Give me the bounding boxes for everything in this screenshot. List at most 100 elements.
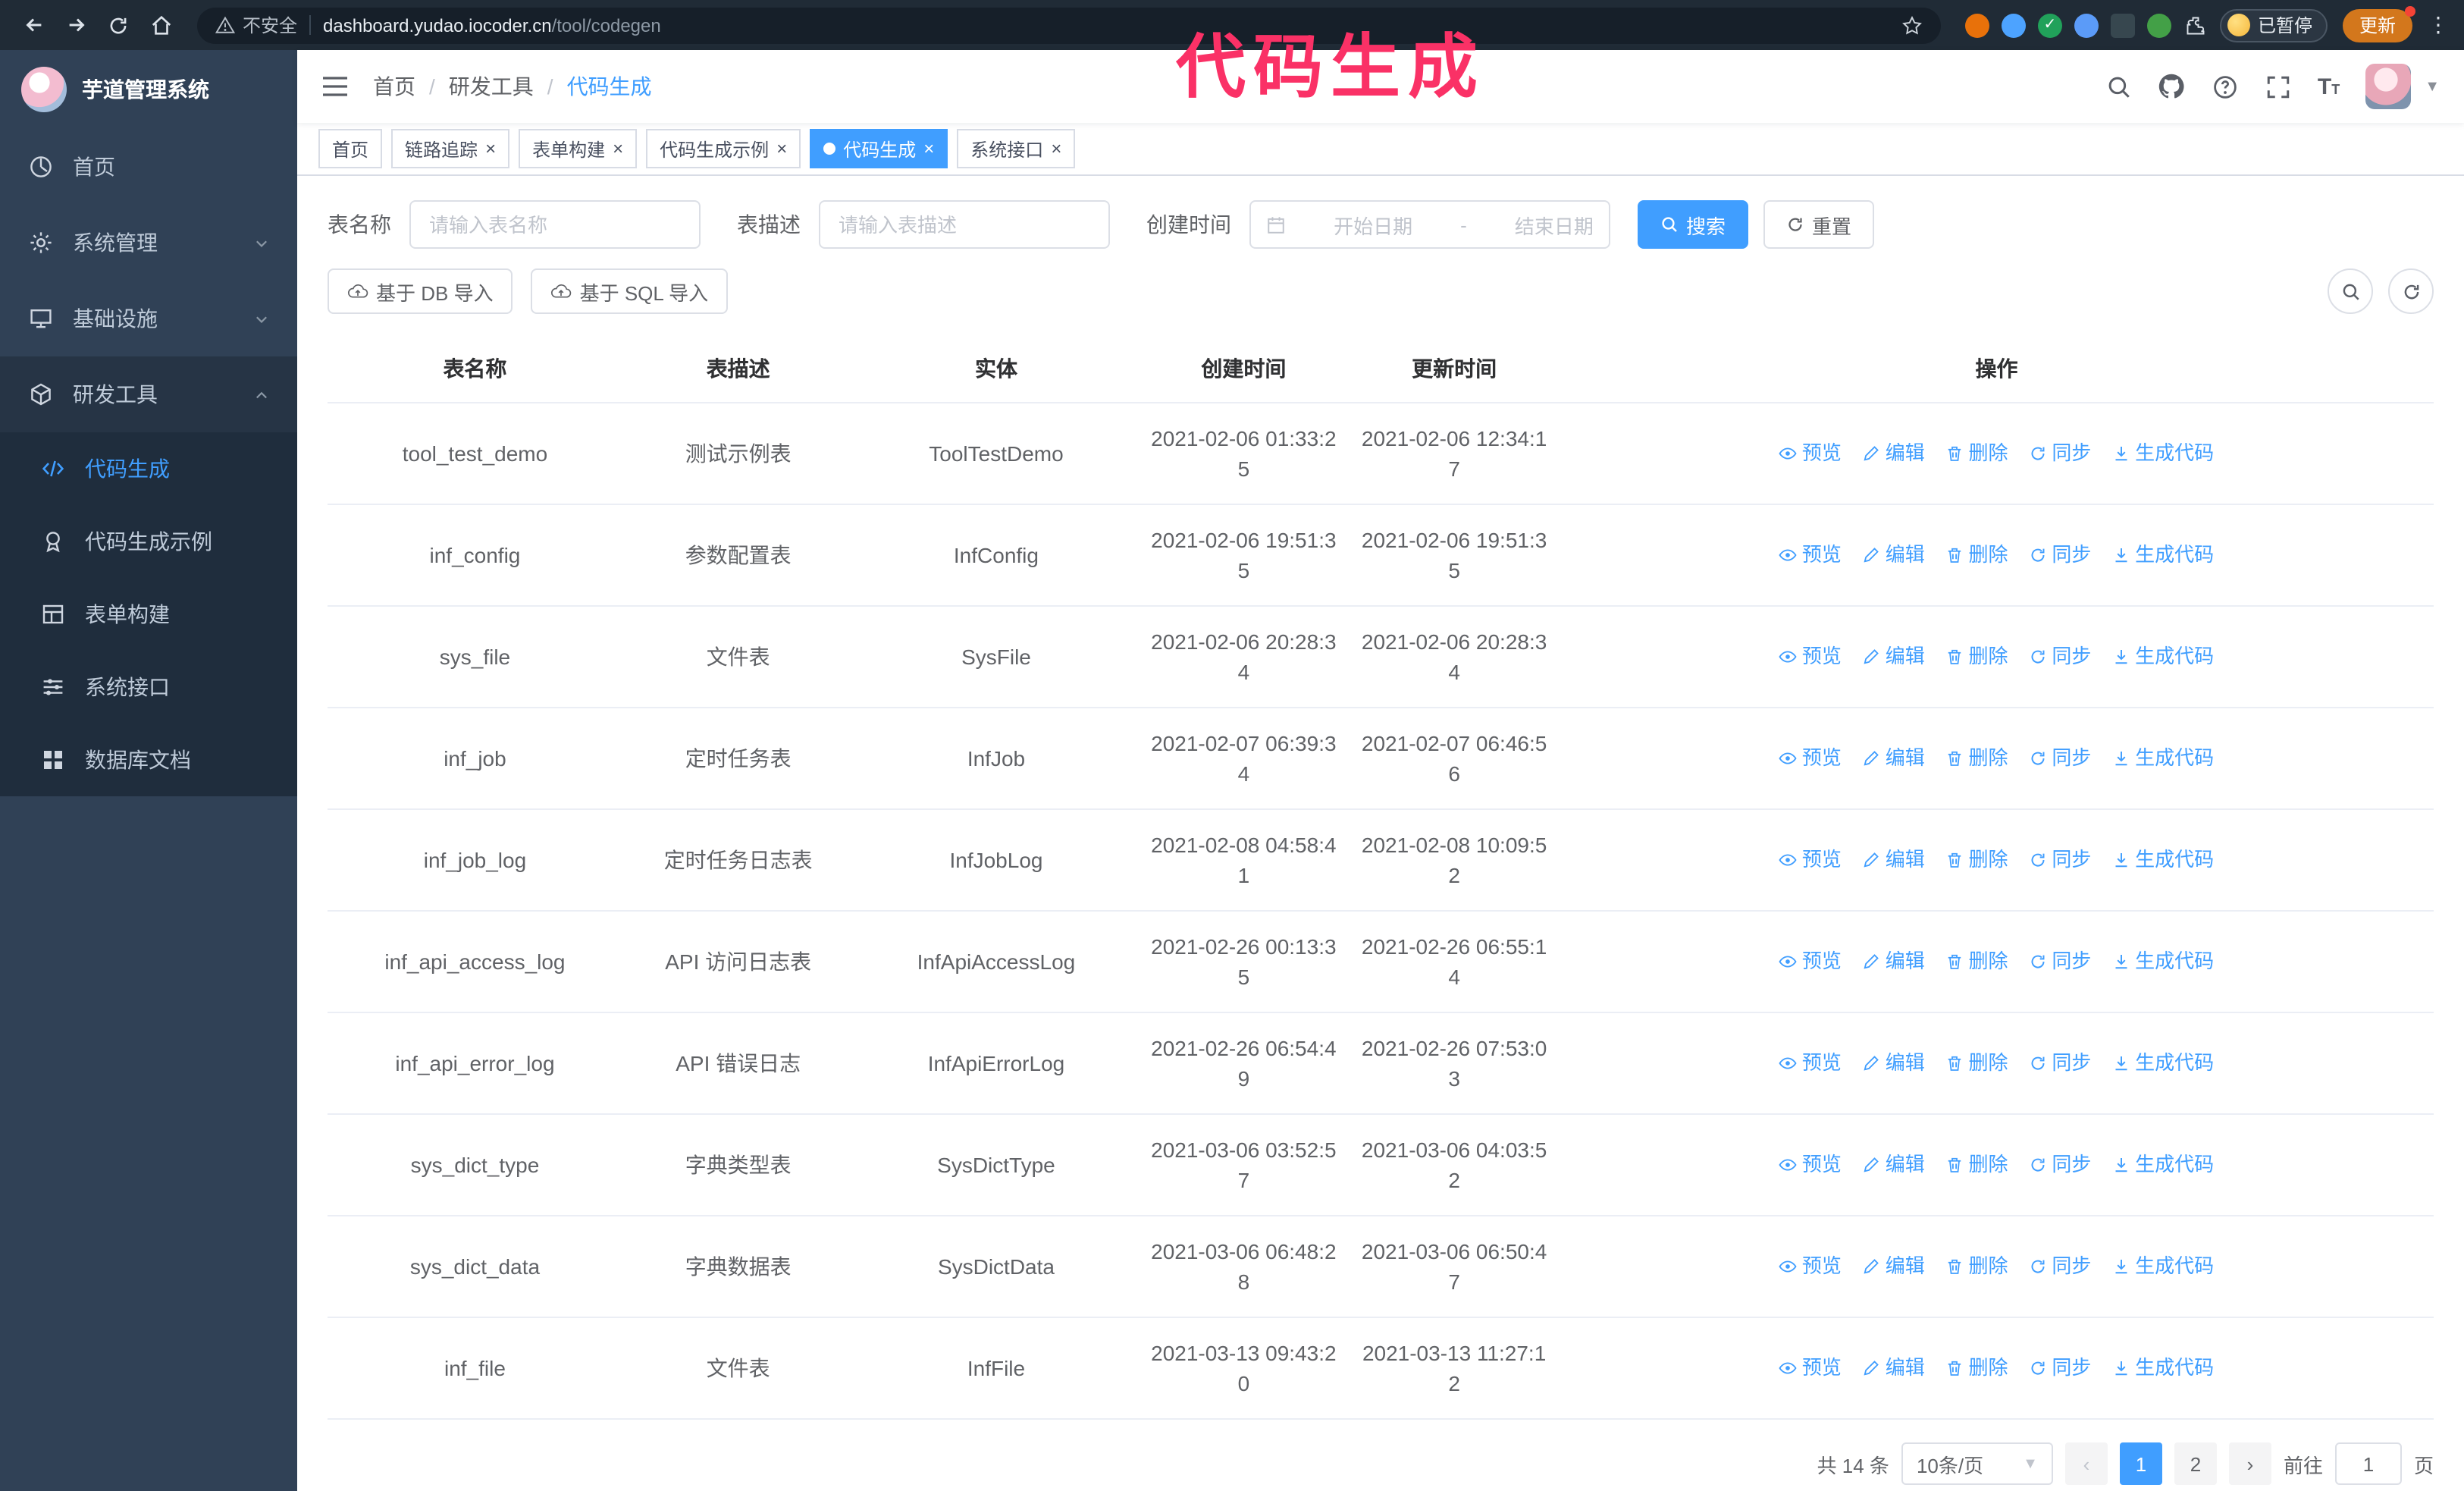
sync-link[interactable]: 同步 — [2029, 1149, 2091, 1179]
tab-close-icon[interactable]: × — [613, 140, 623, 158]
preview-link[interactable]: 预览 — [1779, 1047, 1842, 1078]
sidebar-item-system[interactable]: 系统管理 — [0, 205, 297, 281]
sync-link[interactable]: 同步 — [2029, 1047, 2091, 1078]
tab-close-icon[interactable]: × — [1051, 140, 1061, 158]
avatar-caret-icon[interactable]: ▼ — [2425, 78, 2440, 95]
generate-code-link[interactable]: 生成代码 — [2112, 1352, 2214, 1383]
fullscreen-icon[interactable] — [2265, 73, 2292, 100]
generate-code-link[interactable]: 生成代码 — [2112, 438, 2214, 468]
search-icon[interactable] — [2105, 73, 2133, 100]
delete-link[interactable]: 删除 — [1946, 1149, 2008, 1179]
sidebar-item-infra[interactable]: 基础设施 — [0, 281, 297, 356]
generate-code-link[interactable]: 生成代码 — [2112, 1149, 2214, 1179]
table-desc-input[interactable] — [819, 200, 1110, 249]
edit-link[interactable]: 编辑 — [1863, 742, 1925, 773]
table-name-input[interactable] — [409, 200, 701, 249]
breadcrumb-item-home[interactable]: 首页 — [373, 71, 415, 102]
extension-icon-orange[interactable] — [1964, 13, 1989, 37]
extensions-puzzle-icon[interactable] — [2183, 13, 2208, 37]
back-icon[interactable] — [15, 7, 52, 43]
delete-link[interactable]: 删除 — [1946, 1251, 2008, 1281]
home-icon[interactable] — [143, 7, 179, 43]
sync-link[interactable]: 同步 — [2029, 844, 2091, 874]
user-avatar[interactable] — [2365, 64, 2412, 109]
edit-link[interactable]: 编辑 — [1863, 844, 1925, 874]
preview-link[interactable]: 预览 — [1779, 641, 1842, 671]
refresh-table-button[interactable] — [2388, 268, 2434, 314]
sidebar-item-form-builder[interactable]: 表单构建 — [0, 578, 297, 651]
page-size-select[interactable]: 10条/页 ▼ — [1901, 1442, 2053, 1485]
generate-code-link[interactable]: 生成代码 — [2112, 539, 2214, 570]
edit-link[interactable]: 编辑 — [1863, 1251, 1925, 1281]
app-logo[interactable]: 芋道管理系统 — [0, 50, 297, 129]
tab-home[interactable]: 首页 — [318, 129, 383, 168]
tab-codegen-example[interactable]: 代码生成示例 × — [646, 129, 801, 168]
edit-link[interactable]: 编辑 — [1863, 946, 1925, 976]
next-page-button[interactable]: › — [2228, 1442, 2271, 1485]
reload-icon[interactable] — [100, 7, 136, 43]
edit-link[interactable]: 编辑 — [1863, 438, 1925, 468]
extension-icon-plant[interactable] — [2146, 13, 2171, 37]
forward-icon[interactable] — [58, 7, 94, 43]
generate-code-link[interactable]: 生成代码 — [2112, 1047, 2214, 1078]
preview-link[interactable]: 预览 — [1779, 438, 1842, 468]
bookmark-star-icon[interactable] — [1901, 14, 1923, 36]
delete-link[interactable]: 删除 — [1946, 438, 2008, 468]
preview-link[interactable]: 预览 — [1779, 1251, 1842, 1281]
address-bar[interactable]: 不安全 dashboard.yudao.iocoder.cn/tool/code… — [197, 7, 1941, 43]
sync-link[interactable]: 同步 — [2029, 742, 2091, 773]
delete-link[interactable]: 删除 — [1946, 844, 2008, 874]
prev-page-button[interactable]: ‹ — [2064, 1442, 2108, 1485]
sidebar-toggle-icon[interactable] — [321, 74, 349, 99]
tab-api[interactable]: 系统接口 × — [957, 129, 1076, 168]
extension-icon-dark[interactable] — [2110, 13, 2135, 37]
font-size-icon[interactable]: TT — [2318, 74, 2340, 99]
sidebar-item-devtools[interactable]: 研发工具 — [0, 356, 297, 432]
edit-link[interactable]: 编辑 — [1863, 539, 1925, 570]
tab-form-builder[interactable]: 表单构建 × — [519, 129, 638, 168]
delete-link[interactable]: 删除 — [1946, 742, 2008, 773]
sidebar-item-api[interactable]: 系统接口 — [0, 651, 297, 724]
edit-link[interactable]: 编辑 — [1863, 1149, 1925, 1179]
sidebar-item-codegen-example[interactable]: 代码生成示例 — [0, 505, 297, 578]
goto-page-input[interactable] — [2334, 1442, 2402, 1485]
security-warning[interactable]: 不安全 — [215, 12, 297, 38]
delete-link[interactable]: 删除 — [1946, 1047, 2008, 1078]
tab-trace[interactable]: 链路追踪 × — [391, 129, 510, 168]
generate-code-link[interactable]: 生成代码 — [2112, 844, 2214, 874]
create-time-range-picker[interactable]: 开始日期 - 结束日期 — [1249, 200, 1610, 249]
toggle-search-button[interactable] — [2328, 268, 2373, 314]
help-icon[interactable] — [2212, 73, 2239, 100]
generate-code-link[interactable]: 生成代码 — [2112, 946, 2214, 976]
sidebar-item-home[interactable]: 首页 — [0, 129, 297, 205]
sync-link[interactable]: 同步 — [2029, 539, 2091, 570]
tab-close-icon[interactable]: × — [485, 140, 496, 158]
page-button-1[interactable]: 1 — [2119, 1442, 2162, 1485]
preview-link[interactable]: 预览 — [1779, 844, 1842, 874]
generate-code-link[interactable]: 生成代码 — [2112, 742, 2214, 773]
generate-code-link[interactable]: 生成代码 — [2112, 641, 2214, 671]
sync-link[interactable]: 同步 — [2029, 1352, 2091, 1383]
import-sql-button[interactable]: 基于 SQL 导入 — [531, 268, 729, 314]
profile-paused-badge[interactable]: 已暂停 — [2219, 8, 2328, 42]
preview-link[interactable]: 预览 — [1779, 1149, 1842, 1179]
preview-link[interactable]: 预览 — [1779, 742, 1842, 773]
delete-link[interactable]: 删除 — [1946, 946, 2008, 976]
sync-link[interactable]: 同步 — [2029, 946, 2091, 976]
edit-link[interactable]: 编辑 — [1863, 641, 1925, 671]
tab-codegen-active[interactable]: 代码生成 × — [810, 129, 948, 168]
preview-link[interactable]: 预览 — [1779, 539, 1842, 570]
tab-close-icon[interactable]: × — [776, 140, 787, 158]
sync-link[interactable]: 同步 — [2029, 1251, 2091, 1281]
delete-link[interactable]: 删除 — [1946, 539, 2008, 570]
github-icon[interactable] — [2158, 73, 2186, 100]
page-button-2[interactable]: 2 — [2174, 1442, 2217, 1485]
generate-code-link[interactable]: 生成代码 — [2112, 1251, 2214, 1281]
preview-link[interactable]: 预览 — [1779, 946, 1842, 976]
delete-link[interactable]: 删除 — [1946, 1352, 2008, 1383]
delete-link[interactable]: 删除 — [1946, 641, 2008, 671]
extension-icon-people[interactable] — [2074, 13, 2099, 37]
search-button[interactable]: 搜索 — [1638, 200, 1749, 249]
sidebar-item-codegen[interactable]: 代码生成 — [0, 432, 297, 505]
tab-close-icon[interactable]: × — [923, 140, 934, 158]
